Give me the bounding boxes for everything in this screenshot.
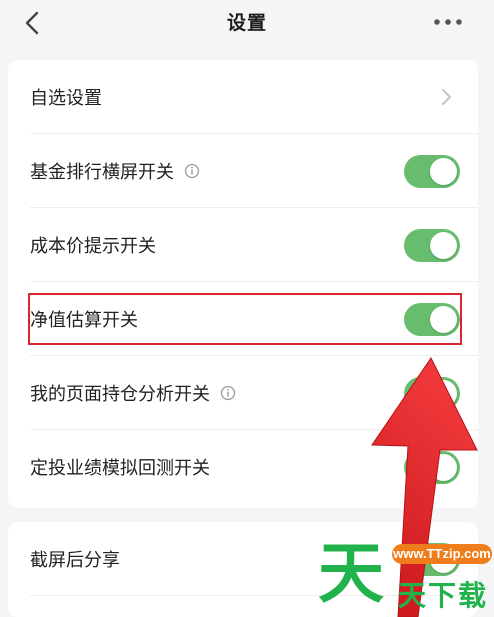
watermark-url: www.TTzip.com	[392, 544, 492, 564]
setting-label: 自选设置	[30, 88, 102, 109]
toggle-knob	[430, 379, 457, 407]
setting-row-fund-ranking-landscape: 基金排行横屏开关	[8, 134, 478, 208]
setting-row-holding-analysis: 我的页面持仓分析开关	[8, 356, 478, 430]
setting-label: 基金排行横屏开关	[30, 162, 174, 183]
settings-group-main: 自选设置 基金排行横屏开关 成本价提示开关 净值估算开关 我的页面持仓分析开关	[8, 60, 478, 508]
site-watermark: 天 www.TTzip.com 天下载	[316, 534, 494, 617]
info-icon[interactable]	[220, 385, 236, 401]
setting-label: 定投业绩模拟回测开关	[30, 458, 210, 479]
toggle-switch[interactable]	[404, 228, 460, 262]
toggle-knob	[430, 157, 457, 185]
top-bar: 设置	[0, 0, 494, 50]
watermark-small-text: 天下载	[398, 579, 489, 612]
toggle-switch[interactable]	[404, 376, 460, 410]
setting-row-cost-price-hint: 成本价提示开关	[8, 208, 478, 282]
setting-label-wrap: 基金排行横屏开关	[30, 158, 200, 184]
setting-label: 我的页面持仓分析开关	[30, 384, 210, 405]
toggle-switch[interactable]	[404, 450, 460, 484]
toggle-switch[interactable]	[404, 154, 460, 188]
chevron-right-icon	[442, 89, 451, 105]
page-title: 设置	[226, 12, 267, 34]
watermark-big-char: 天	[318, 534, 384, 612]
setting-label: 成本价提示开关	[30, 236, 156, 257]
setting-label-wrap: 我的页面持仓分析开关	[30, 380, 236, 406]
highlight-box-annotation	[28, 293, 462, 345]
setting-row-watchlist[interactable]: 自选设置	[8, 60, 478, 134]
setting-label: 截屏后分享	[30, 550, 120, 571]
more-options-icon[interactable]	[432, 14, 464, 30]
toggle-knob	[430, 231, 457, 259]
toggle-knob	[430, 453, 457, 481]
setting-row-sip-backtest: 定投业绩模拟回测开关	[8, 430, 478, 504]
info-icon[interactable]	[184, 163, 200, 179]
